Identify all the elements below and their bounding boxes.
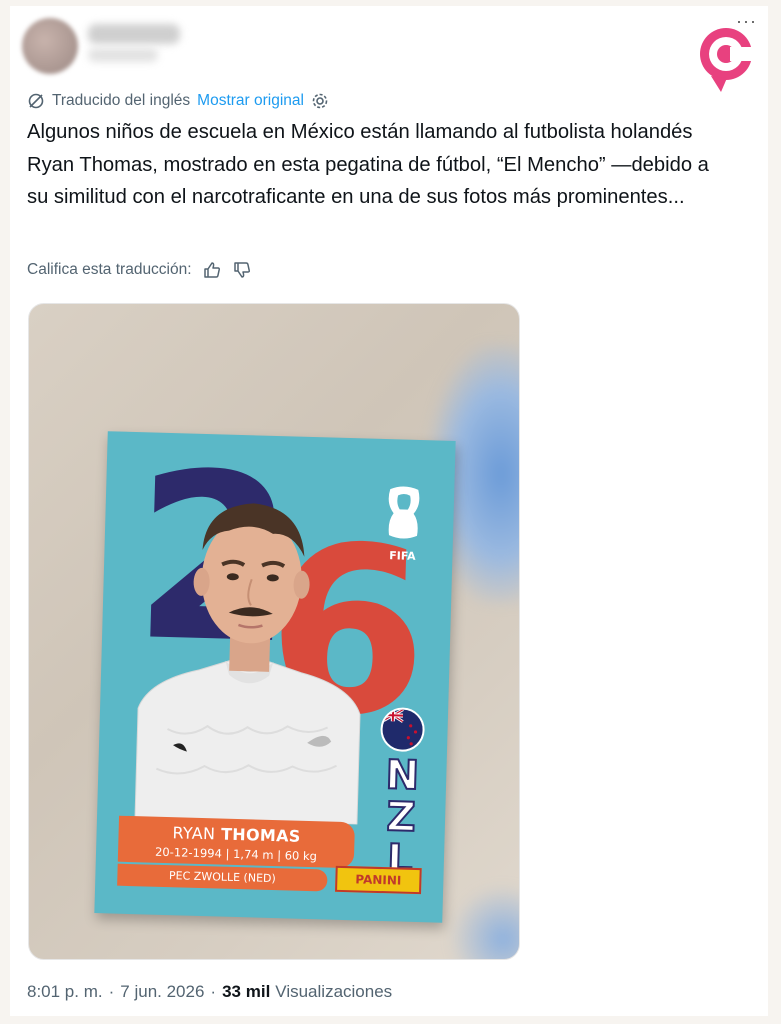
rate-translation-label: Califica esta traducción: (27, 261, 192, 278)
show-original-link[interactable]: Mostrar original (197, 92, 304, 110)
views-count: 33 mil (222, 982, 271, 1001)
thumbs-down-icon[interactable] (232, 260, 252, 280)
player-photo (134, 503, 361, 825)
thumbs-up-icon[interactable] (202, 260, 222, 280)
translate-icon (28, 93, 44, 109)
panini-logo: PANINI (335, 865, 422, 895)
player-last-name: THOMAS (220, 824, 301, 846)
fifa-label: FIFA (389, 549, 416, 563)
tweet-text: Algunos niños de escuela en México están… (27, 121, 709, 208)
fifa-trophy-logo: FIFA (388, 486, 420, 563)
tweet-meta: 8:01 p. m. · 7 jun. 2026 · 33 mil Visual… (27, 982, 392, 1002)
football-sticker: 2 6 FIFA (94, 431, 456, 923)
blurred-handle (88, 48, 158, 62)
cloth-pattern-lower (449, 884, 519, 959)
separator: · (210, 982, 217, 1001)
screenshot-frame: ··· Traducido del inglés Mostrar origina… (0, 0, 781, 1024)
tweet-date[interactable]: 7 jun. 2026 (120, 982, 204, 1002)
blurred-display-name[interactable] (88, 24, 180, 44)
player-first-name: RYAN (172, 823, 216, 844)
more-options-icon[interactable]: ··· (736, 12, 757, 30)
rate-translation-row: Califica esta traducción: (27, 258, 252, 282)
tweet-photo[interactable]: 2 6 FIFA (28, 303, 520, 960)
tweet-time[interactable]: 8:01 p. m. (27, 982, 103, 1002)
gear-icon[interactable] (311, 92, 329, 110)
translation-label: Traducido del inglés (52, 92, 191, 109)
separator: · (108, 982, 115, 1001)
views-label: Visualizaciones (275, 982, 393, 1001)
translation-row: Traducido del inglés Mostrar original (27, 90, 329, 112)
player-club: PEC ZWOLLE (NED) (117, 863, 328, 892)
team-code: NZL (384, 751, 421, 884)
avatar[interactable] (22, 18, 78, 74)
player-name-banner: RYAN THOMAS 20-12-1994 | 1,74 m | 60 kg (117, 815, 355, 869)
